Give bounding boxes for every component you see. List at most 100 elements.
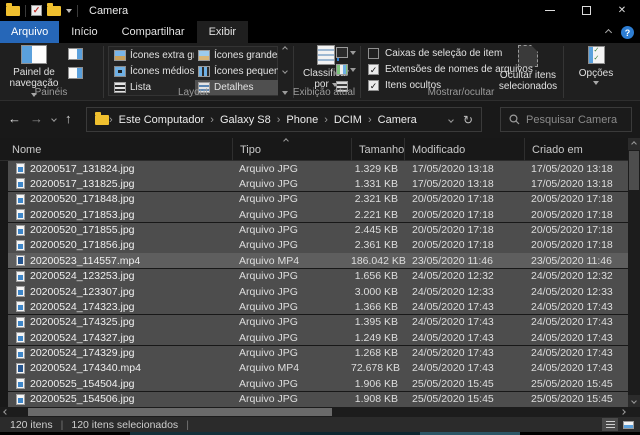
column-header-tamanho[interactable]: Tamanho	[351, 138, 404, 161]
table-row[interactable]: 20200524_174340.mp4 Arquivo MP4 72.678 K…	[8, 360, 628, 376]
collapse-ribbon-icon[interactable]	[604, 28, 613, 37]
file-icon	[16, 286, 25, 298]
file-type: Arquivo JPG	[239, 224, 298, 237]
file-type: Arquivo JPG	[239, 208, 298, 221]
file-size: 72.678 KB	[351, 362, 401, 375]
close-button[interactable]: ✕	[604, 0, 640, 21]
scroll-right-icon[interactable]	[617, 407, 628, 417]
scroll-left-icon[interactable]	[0, 407, 11, 417]
table-row[interactable]: 20200525_154504.jpg Arquivo JPG 1.906 KB…	[8, 376, 628, 392]
column-header-criado[interactable]: Criado em	[524, 138, 624, 161]
table-row[interactable]: 20200524_174329.jpg Arquivo JPG 1.268 KB…	[8, 345, 628, 361]
file-created: 24/05/2020 17:43	[531, 331, 613, 344]
refresh-icon[interactable]: ↻	[463, 113, 473, 127]
file-icon	[16, 332, 25, 344]
file-name: 20200525_154506.jpg	[30, 393, 135, 406]
group-by-button[interactable]	[336, 47, 356, 58]
table-row[interactable]: 20200520_171848.jpg Arquivo JPG 2.321 KB…	[8, 191, 628, 207]
details-view-button[interactable]	[602, 418, 618, 431]
table-row[interactable]: 20200524_123253.jpg Arquivo JPG 1.656 KB…	[8, 268, 628, 284]
help-icon[interactable]: ?	[621, 26, 634, 39]
layout-option-ícones-médios[interactable]: Ícones médios	[111, 64, 194, 79]
file-size: 1.329 KB	[354, 162, 398, 175]
breadcrumb: › Este Computador › Galaxy S8 › Phone › DCIM › Ca…	[86, 107, 482, 132]
tab-exibir[interactable]: Exibir	[196, 21, 249, 43]
table-row[interactable]: 20200524_174327.jpg Arquivo JPG 1.249 KB…	[8, 330, 628, 346]
gallery-up-icon[interactable]	[282, 46, 288, 52]
gallery-down-icon[interactable]	[282, 68, 288, 74]
search-icon	[509, 114, 520, 125]
scroll-up-icon[interactable]	[628, 138, 640, 150]
layout-option-ícones-pequenos[interactable]: Ícones pequenos	[195, 64, 278, 79]
navigation-pane-icon	[21, 45, 47, 64]
vertical-scroll-thumb[interactable]	[629, 151, 639, 190]
file-size: 2.361 KB	[354, 239, 398, 252]
maximize-button[interactable]	[568, 0, 604, 21]
properties-icon[interactable]: ✓	[31, 5, 42, 16]
table-row[interactable]: 20200524_123307.jpg Arquivo JPG 3.000 KB…	[8, 284, 628, 300]
file-name: 20200524_174340.mp4	[30, 362, 141, 375]
thumbnails-view-button[interactable]	[620, 418, 636, 431]
column-header-nome[interactable]: Nome	[0, 138, 232, 161]
breadcrumb-folder-icon	[95, 111, 109, 125]
forward-icon[interactable]: →	[30, 111, 43, 126]
customize-qat-icon[interactable]	[66, 8, 72, 13]
file-type: Arquivo JPG	[239, 300, 298, 313]
column-header-modificado[interactable]: Modificado	[404, 138, 524, 161]
tab-compartilhar[interactable]: Compartilhar	[110, 21, 197, 43]
back-icon[interactable]: ←	[8, 111, 21, 126]
minimize-button[interactable]	[532, 0, 568, 21]
address-bar: ← → ↑ › Este Computador › Galaxy S8 › Phone › D…	[0, 101, 640, 138]
table-row[interactable]: 20200520_171856.jpg Arquivo JPG 2.361 KB…	[8, 237, 628, 253]
hide-selected-button[interactable]: Ocultar itens selecionados	[496, 45, 560, 92]
quick-access-toolbar: ✓ Camera	[0, 2, 128, 17]
file-created: 24/05/2020 12:32	[531, 270, 613, 283]
details-pane-icon[interactable]	[68, 67, 83, 79]
layout-option-ícones-grandes[interactable]: Ícones grandes	[195, 48, 278, 63]
up-icon[interactable]: ↑	[65, 111, 72, 126]
preview-pane-icon[interactable]	[68, 48, 83, 60]
breadcrumb-item[interactable]: Este Computador	[113, 114, 211, 126]
table-row[interactable]: 20200520_171855.jpg Arquivo JPG 2.445 KB…	[8, 222, 628, 238]
file-size: 1.268 KB	[354, 347, 398, 360]
address-dropdown-icon[interactable]	[448, 116, 454, 123]
file-modified: 20/05/2020 17:18	[412, 208, 494, 221]
breadcrumb-item[interactable]: Phone	[280, 114, 324, 126]
scroll-down-icon[interactable]	[628, 395, 640, 407]
horizontal-scrollbar[interactable]	[0, 407, 640, 417]
column-header-tipo[interactable]: Tipo	[232, 138, 351, 161]
checkbox-icon[interactable]	[368, 48, 379, 59]
layout-option-ícones-extra-grandes[interactable]: Ícones extra grandes	[111, 48, 194, 63]
table-row[interactable]: 20200523_114557.mp4 Arquivo MP4 186.042 …	[8, 253, 628, 269]
add-columns-button[interactable]	[336, 64, 356, 75]
layout-option-label: Ícones grandes	[214, 50, 278, 61]
file-icon	[16, 224, 25, 236]
table-row[interactable]: 20200520_171853.jpg Arquivo JPG 2.221 KB…	[8, 207, 628, 223]
tab-inicio[interactable]: Início	[59, 21, 109, 43]
breadcrumb-item[interactable]: Galaxy S8	[214, 114, 277, 126]
new-folder-icon[interactable]	[47, 2, 61, 16]
vertical-scrollbar[interactable]	[628, 138, 640, 407]
table-row[interactable]: 20200525_154506.jpg Arquivo JPG 1.908 KB…	[8, 391, 628, 407]
options-button[interactable]: Opções	[568, 46, 624, 85]
tab-arquivo[interactable]: Arquivo	[0, 21, 60, 43]
breadcrumb-item[interactable]: DCIM	[328, 114, 368, 126]
status-bar: 120 itens | 120 itens selecionados |	[0, 417, 640, 432]
horizontal-scroll-thumb[interactable]	[28, 408, 332, 416]
file-modified: 20/05/2020 17:18	[412, 224, 494, 237]
table-row[interactable]: 20200517_131825.jpg Arquivo JPG 1.331 KB…	[8, 176, 628, 192]
layout-option-icon	[114, 66, 126, 77]
table-row[interactable]: 20200524_174325.jpg Arquivo JPG 1.395 KB…	[8, 314, 628, 330]
file-size: 1.395 KB	[354, 316, 398, 329]
file-name: 20200524_174323.jpg	[30, 300, 135, 313]
table-row[interactable]: 20200524_174323.jpg Arquivo JPG 1.366 KB…	[8, 299, 628, 315]
checkbox-icon[interactable]: ✓	[368, 64, 379, 75]
file-modified: 24/05/2020 17:43	[412, 362, 494, 375]
search-input[interactable]	[526, 113, 623, 126]
table-row[interactable]: 20200517_131824.jpg Arquivo JPG 1.329 KB…	[8, 161, 628, 176]
breadcrumb-item[interactable]: Camera	[372, 114, 423, 126]
checkbox-caixas-de-seleção-de-item[interactable]: Caixas de seleção de item	[368, 48, 502, 59]
group-label-layout: Layout	[177, 87, 209, 98]
group-separator	[360, 46, 361, 98]
history-dropdown-icon[interactable]	[51, 115, 57, 122]
